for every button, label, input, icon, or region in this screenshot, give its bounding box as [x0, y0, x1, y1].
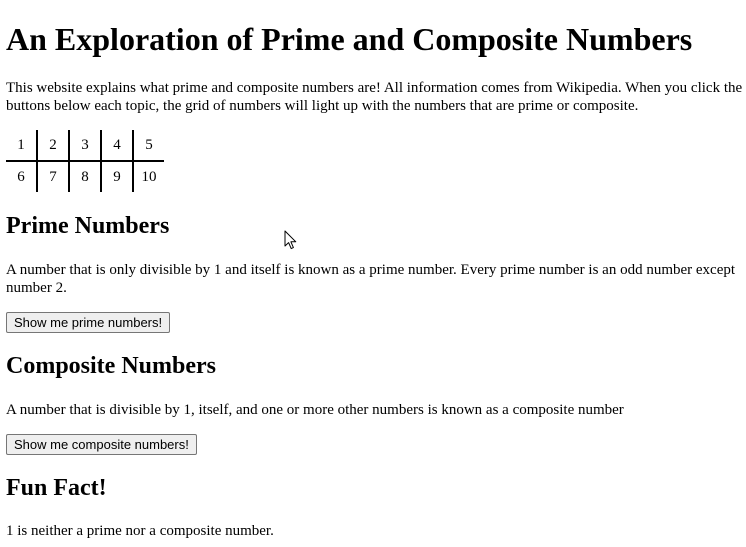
grid-cell-3: 3: [69, 130, 102, 162]
prime-description: A number that is only divisible by 1 and…: [6, 262, 736, 296]
grid-row-1: 1 2 3 4 5: [6, 130, 164, 162]
fun-fact-heading: Fun Fact!: [6, 475, 107, 501]
intro-paragraph: This website explains what prime and com…: [6, 80, 743, 114]
prime-heading: Prime Numbers: [6, 213, 170, 239]
grid-cell-8: 8: [69, 161, 102, 192]
grid-cell-9: 9: [101, 161, 134, 192]
grid-cell-2: 2: [37, 130, 70, 162]
mouse-pointer-icon: [284, 230, 297, 250]
fun-fact-text: 1 is neither a prime nor a composite num…: [6, 523, 274, 539]
grid-cell-5: 5: [133, 130, 164, 162]
show-prime-button[interactable]: Show me prime numbers!: [6, 312, 171, 333]
grid-cell-6: 6: [6, 161, 38, 192]
grid-row-2: 6 7 8 9 10: [6, 161, 164, 192]
page-title: An Exploration of Prime and Composite Nu…: [6, 21, 693, 57]
grid-cell-4: 4: [101, 130, 134, 162]
composite-description: A number that is divisible by 1, itself,…: [6, 402, 624, 418]
show-composite-button[interactable]: Show me composite numbers!: [6, 434, 197, 455]
composite-heading: Composite Numbers: [6, 353, 216, 379]
grid-cell-7: 7: [37, 161, 70, 192]
grid-cell-10: 10: [141, 168, 157, 185]
number-grid: 1 2 3 4 5 6 7 8 9 10: [6, 130, 164, 192]
grid-cell-1: 1: [6, 130, 38, 162]
